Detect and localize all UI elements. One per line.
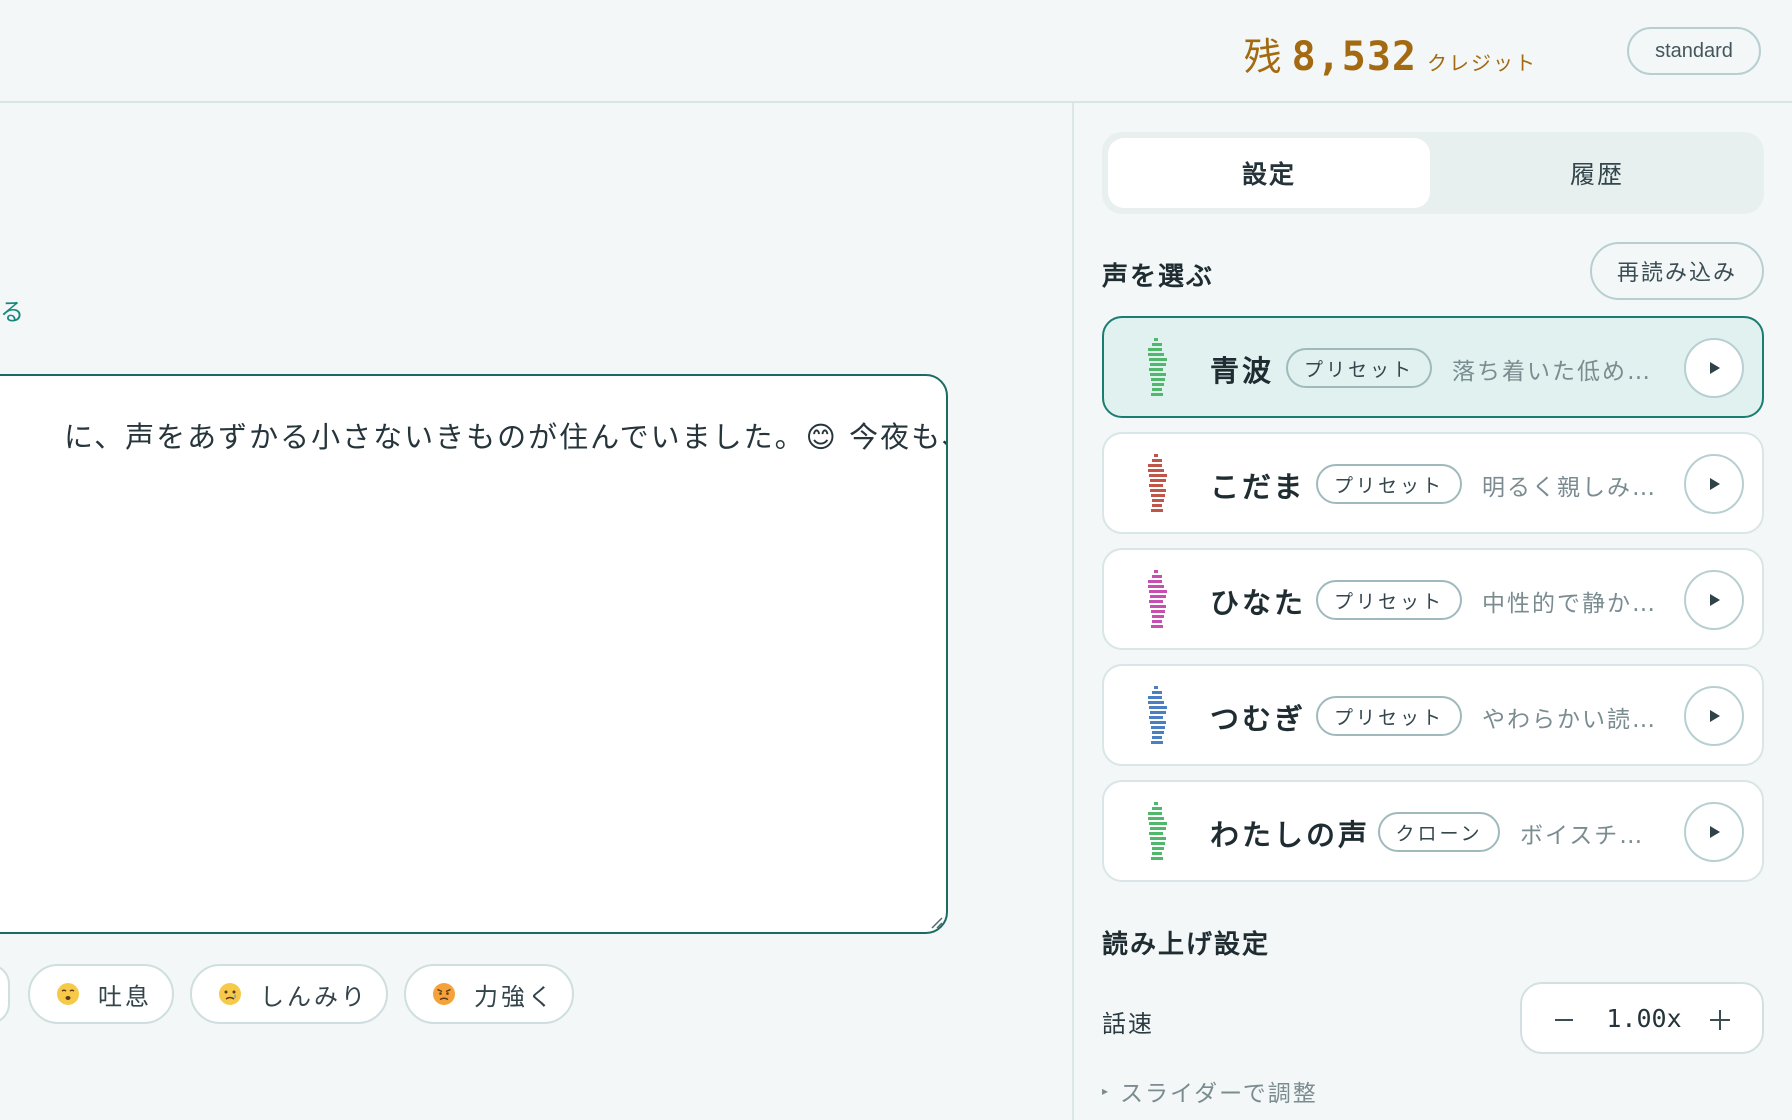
voice-desc: 明るく親しみ… (1482, 475, 1657, 501)
voice-tag: プリセット (1286, 348, 1432, 388)
voice-name: ひなた (1210, 586, 1307, 620)
voice-tag: プリセット (1316, 464, 1462, 504)
voice-card-tsumugi[interactable]: つむぎ プリセット やわらかい読… (1102, 664, 1764, 766)
play-button[interactable] (1684, 338, 1744, 398)
chip-sigh[interactable]: 吐息 (28, 964, 174, 1024)
voice-card-kodama[interactable]: こだま プリセット 明るく親しみ… (1102, 432, 1764, 534)
voice-figure-icon (1148, 454, 1167, 512)
play-icon (1710, 362, 1720, 374)
voice-desc: ボイスチ… (1520, 823, 1645, 849)
voice-figure-icon (1148, 686, 1167, 744)
reading-section-title: 読み上げ設定 (1102, 930, 1271, 960)
voice-card-my-voice[interactable]: わたしの声 クローン ボイスチ… (1102, 780, 1764, 882)
speed-label: 話速 (1102, 1010, 1154, 1038)
disclosure-caret-icon: ▸ (1102, 1084, 1111, 1098)
voice-card-aonami[interactable]: 青波 プリセット 落ち着いた低め… (1102, 316, 1764, 418)
slider-disclosure[interactable]: ▸ スライダーで調整 (1102, 1074, 1318, 1108)
play-icon (1710, 478, 1720, 490)
voice-figure-icon (1148, 338, 1167, 396)
plan-badge[interactable]: standard (1627, 27, 1761, 75)
play-icon (1710, 594, 1720, 606)
chip-label: しんみり (260, 982, 368, 1011)
voice-desc: 中性的で静か… (1482, 591, 1657, 617)
play-button[interactable] (1684, 454, 1744, 514)
voice-desc: やわらかい読… (1482, 707, 1657, 733)
play-button[interactable] (1684, 686, 1744, 746)
voice-name: つむぎ (1210, 702, 1307, 736)
voice-figure-icon (1148, 802, 1167, 860)
play-icon (1710, 826, 1720, 838)
play-button[interactable] (1684, 802, 1744, 862)
top-bar: 残 8,532 クレジット standard (0, 0, 1792, 103)
panel-tabs: 設定 履歴 (1102, 132, 1764, 214)
play-button[interactable] (1684, 570, 1744, 630)
slider-hint-label: スライダーで調整 (1120, 1081, 1318, 1107)
chip-label: 吐息 (98, 982, 152, 1011)
voice-tag: プリセット (1316, 696, 1462, 736)
crying-face-icon (219, 983, 241, 1005)
reload-button[interactable]: 再読み込み (1590, 242, 1764, 300)
play-icon (1710, 710, 1720, 722)
resize-grip-icon[interactable] (928, 914, 944, 930)
minus-icon[interactable] (1546, 1002, 1582, 1038)
tab-history[interactable]: 履歴 (1436, 138, 1758, 208)
panel-divider (1072, 103, 1074, 1120)
voice-tag: クローン (1378, 812, 1500, 852)
editor-link[interactable]: る (0, 292, 24, 327)
sigh-face-icon (57, 983, 79, 1005)
credits-prefix: 残 (1243, 35, 1282, 79)
editor-text: に、声をあずかる小さないきものが住んでいました。😊 今夜も、 (64, 420, 948, 454)
credits-balance: 残 8,532 クレジット (1243, 26, 1537, 80)
chip-strong[interactable]: 力強く (404, 964, 574, 1024)
voice-desc: 落ち着いた低め… (1452, 359, 1652, 385)
voice-card-hinata[interactable]: ひなた プリセット 中性的で静か… (1102, 548, 1764, 650)
speed-stepper: 1.00x (1520, 982, 1764, 1054)
voice-name: わたしの声 (1210, 818, 1371, 852)
voice-name: 青波 (1210, 354, 1275, 388)
chip-label: 力強く (474, 982, 555, 1011)
speed-value: 1.00x (1606, 1004, 1682, 1033)
credits-value: 8,532 (1291, 34, 1417, 80)
voice-section-title: 声を選ぶ (1102, 262, 1215, 292)
voice-name: こだま (1210, 470, 1306, 504)
angry-face-icon (433, 983, 455, 1005)
tab-settings[interactable]: 設定 (1108, 138, 1430, 208)
text-editor[interactable]: に、声をあずかる小さないきものが住んでいました。😊 今夜も、 (0, 374, 948, 934)
chip-sad[interactable]: しんみり (190, 964, 388, 1024)
chip-partial[interactable] (0, 964, 10, 1024)
plus-icon[interactable] (1702, 1002, 1738, 1038)
voice-tag: プリセット (1316, 580, 1462, 620)
credits-unit: クレジット (1427, 51, 1537, 75)
voice-figure-icon (1148, 570, 1167, 628)
